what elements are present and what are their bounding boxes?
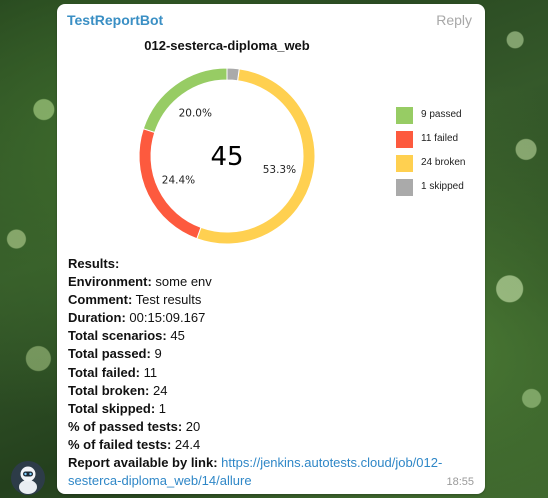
results-heading: Results: bbox=[68, 256, 120, 271]
report-link[interactable]: https://jenkins.autotests.cloud/job/012- bbox=[221, 455, 442, 470]
result-line-label: Total skipped: bbox=[68, 400, 156, 416]
message-time: 18:55 bbox=[446, 476, 474, 488]
result-line: % of passed tests: 20 bbox=[68, 418, 468, 436]
result-line-label: Total passed: bbox=[68, 346, 151, 362]
result-line: Total passed: 9 bbox=[68, 345, 468, 363]
result-line: Environment: some env bbox=[68, 273, 468, 291]
slice-percent-label: 20.0% bbox=[179, 107, 212, 119]
results-text: Results: Environment: some env Comment: T… bbox=[68, 255, 468, 490]
report-link-continued[interactable]: sesterca-diploma_web/14/allure bbox=[68, 473, 252, 488]
legend-swatch bbox=[396, 131, 413, 148]
legend-label: 1 skipped bbox=[421, 181, 464, 192]
center-total-label: 45 bbox=[210, 142, 243, 172]
donut-slice bbox=[226, 67, 240, 82]
result-line-value: 11 bbox=[143, 364, 158, 380]
legend-label: 9 passed bbox=[421, 109, 462, 120]
result-line-value: 20 bbox=[185, 418, 201, 434]
result-line-label: Duration: bbox=[68, 310, 126, 326]
result-line-value: 24.4 bbox=[174, 436, 201, 452]
result-line-value: some env bbox=[155, 274, 212, 290]
robot-avatar-icon bbox=[11, 461, 45, 495]
legend-swatch bbox=[396, 107, 413, 124]
result-line-label: Comment: bbox=[68, 292, 133, 308]
result-line-label: Total failed: bbox=[68, 364, 140, 380]
report-label: Report available by link: bbox=[68, 455, 218, 471]
result-line-value: 9 bbox=[154, 346, 162, 362]
result-line-label: Total scenarios: bbox=[68, 328, 167, 344]
result-line-label: % of passed tests: bbox=[68, 418, 183, 434]
legend-label: 24 broken bbox=[421, 157, 466, 168]
bot-avatar[interactable] bbox=[11, 461, 45, 495]
message-bubble: TestReportBot Reply 012-sesterca-diploma… bbox=[57, 4, 485, 494]
result-line: Total broken: 24 bbox=[68, 382, 468, 400]
sender-name[interactable]: TestReportBot bbox=[67, 12, 163, 28]
result-line: % of failed tests: 24.4 bbox=[68, 436, 468, 454]
result-line: Total failed: 11 bbox=[68, 364, 468, 382]
result-line-value: 1 bbox=[158, 400, 167, 416]
legend-label: 11 failed bbox=[421, 133, 459, 144]
reply-button[interactable]: Reply bbox=[436, 12, 472, 28]
result-line-value: 00:15:09.167 bbox=[129, 310, 206, 326]
slice-percent-label: 24.4% bbox=[162, 175, 195, 187]
result-line-label: Environment: bbox=[68, 274, 152, 290]
result-line: Duration: 00:15:09.167 bbox=[68, 309, 468, 327]
result-line-label: % of failed tests: bbox=[68, 436, 172, 452]
result-line: Total scenarios: 45 bbox=[68, 327, 468, 345]
result-line-label: Total broken: bbox=[68, 382, 150, 398]
result-line: Comment: Test results bbox=[68, 291, 468, 309]
legend-swatch bbox=[396, 179, 413, 196]
result-line-value: Test results bbox=[135, 292, 202, 308]
legend-swatch bbox=[396, 155, 413, 172]
chart-title: 012-sesterca-diploma_web bbox=[144, 38, 310, 53]
result-line: Total skipped: 1 bbox=[68, 400, 468, 418]
donut-slice bbox=[142, 67, 228, 134]
slice-percent-label: 53.3% bbox=[263, 164, 296, 176]
result-line-value: 45 bbox=[170, 328, 185, 344]
donut-chart: 20.0% 24.4% 53.3% 45 bbox=[138, 67, 316, 245]
result-line-value: 24 bbox=[153, 382, 168, 398]
